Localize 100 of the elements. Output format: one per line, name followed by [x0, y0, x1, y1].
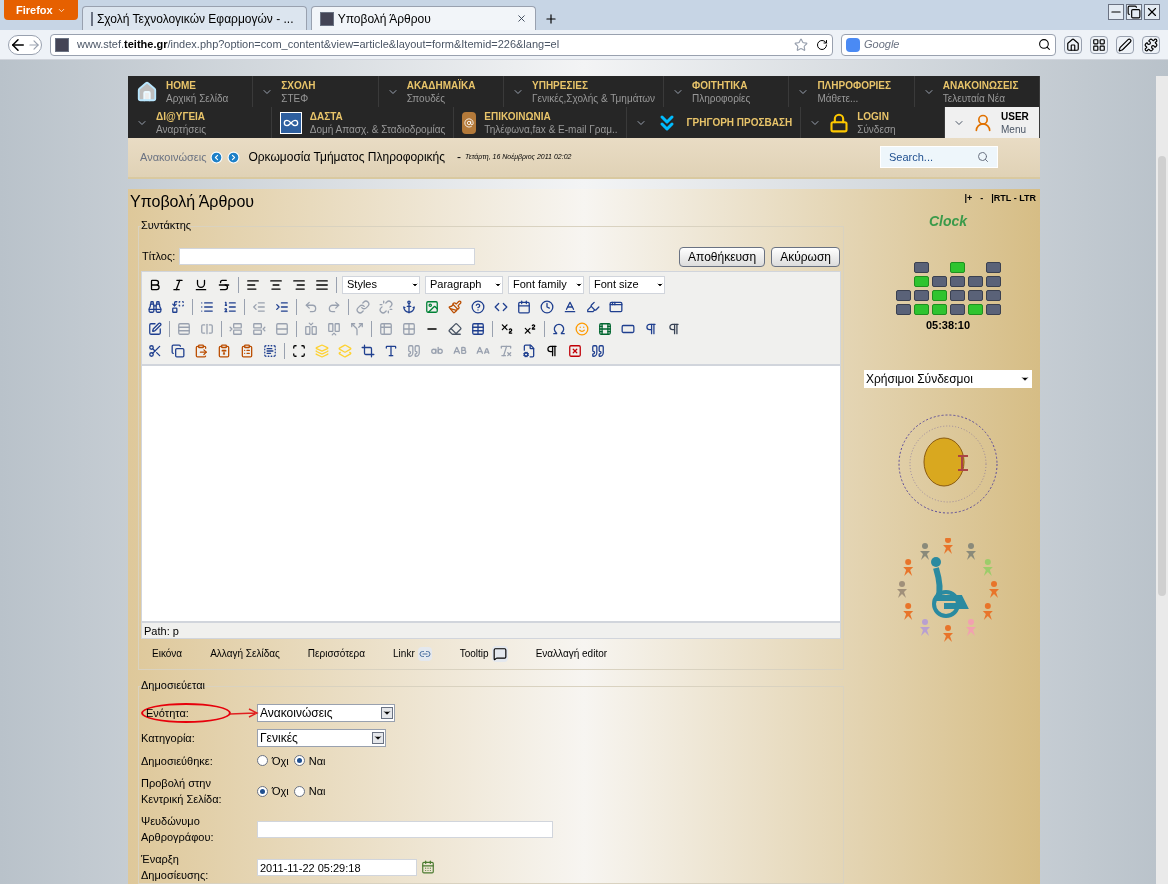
menu-title: ΔΑΣΤΑ: [309, 109, 344, 123]
calendar-icon[interactable]: [421, 860, 435, 874]
speech-bubble-icon: [491, 645, 508, 662]
menu-subtitle: Σπουδές: [406, 91, 446, 105]
menu-title: ΑΚΑΔΗΜΑΪΚΑ: [406, 78, 476, 92]
close-icon[interactable]: [1144, 4, 1160, 20]
radio-label: Ναι: [308, 783, 326, 799]
toolbar-dropdown[interactable]: Paragraph: [425, 275, 503, 294]
editor-button[interactable]: Εναλλαγή editor: [535, 646, 608, 661]
web-search-field[interactable]: Google: [841, 33, 1056, 56]
field-label: Ψευδώνυμο Αρθρογράφου:: [141, 814, 215, 845]
toolbar-dropdown[interactable]: Font family: [508, 275, 584, 294]
menu-title: ΥΠΗΡΕΣΙΕΣ: [532, 78, 589, 92]
menu-title: ΠΛΗΡΟΦΟΡΙΕΣ: [817, 78, 892, 92]
edit-icon[interactable]: [146, 319, 164, 338]
field-label: Προβολή στην Κεντρική Σελίδα:: [141, 776, 223, 807]
puzzle-icon[interactable]: [1142, 35, 1160, 54]
menu-subtitle: Τελευταία Νέα: [942, 91, 1006, 105]
radio-button[interactable]: [257, 785, 268, 797]
menu-item[interactable]: ΦΟΙΤΗΤΙΚΑ Πληροφορίες: [664, 76, 790, 107]
link-icon: [417, 646, 432, 661]
page-tool-link[interactable]: |+: [964, 191, 973, 205]
menu-item[interactable]: USER Menu: [945, 107, 1040, 138]
menu-subtitle: Σύνδεση: [857, 122, 896, 136]
url-text: www.stef.teithe.gr/index.php?option=com_content&view=article&layout=form&Itemid=226&lang=el: [77, 37, 561, 53]
menu-title: USER: [1001, 109, 1029, 123]
menu-subtitle: Πληροφορίες: [692, 91, 751, 105]
menu-item[interactable]: ΣΧΟΛΗ ΣΤΕΦ: [253, 76, 379, 107]
home-icon[interactable]: [1064, 35, 1082, 54]
site-search-field[interactable]: Search...: [880, 146, 998, 169]
menu-title: ΣΧΟΛΗ: [281, 78, 316, 92]
google-icon: [846, 37, 860, 52]
editor-button[interactable]: Περισσότερα: [307, 646, 366, 661]
menu-title: HOME: [166, 78, 197, 92]
page-title: Υποβολή Άρθρου: [130, 191, 256, 212]
menu-subtitle: Menu: [1001, 122, 1027, 136]
dropdown[interactable]: Γενικές: [257, 728, 386, 747]
radio-button[interactable]: [293, 785, 305, 797]
browser-tab[interactable]: Σχολή Τεχνολογικών Εφαρμογών - ...: [81, 6, 307, 30]
toolbar-dropdown[interactable]: Styles: [342, 275, 420, 294]
menu-item[interactable]: HOME Αρχική Σελίδα: [128, 76, 254, 107]
date-input[interactable]: 2011-11-22 05:29:18: [257, 858, 417, 876]
article-title: Ορκωμοσία Τμήματος Πληροφορικής: [248, 149, 446, 167]
breadcrumb-link[interactable]: Ανακοινώσεις: [140, 149, 207, 166]
menu-subtitle: Αρχική Σελίδα: [166, 91, 229, 105]
tab-title: Υποβολή Άρθρου: [337, 10, 432, 28]
menu-subtitle: ΣΤΕΦ: [281, 91, 310, 105]
radio-label: Ναι: [308, 753, 326, 769]
next-icon[interactable]: [227, 150, 241, 164]
menu-item[interactable]: ΥΠΗΡΕΣΙΕΣ Γενικές,Σχολής & Τμημάτων: [504, 76, 665, 107]
house-icon: [136, 80, 158, 103]
radio-label: Όχι: [272, 783, 289, 799]
menu-subtitle: Τηλέφωνα,fax & E-mail Γραμ..: [484, 122, 618, 136]
menu-item[interactable]: ΠΛΗΡΟΦΟΡΙΕΣ Μάθετε...: [789, 76, 915, 107]
menu-subtitle: Γενικές,Σχολής & Τμημάτων: [532, 91, 656, 105]
fieldset-legend: Συντάκτης: [141, 216, 192, 233]
grid-icon[interactable]: [1090, 35, 1108, 54]
field-label: Ενότητα:: [141, 702, 231, 723]
editor-button[interactable]: Αλλαγή Σελίδας: [210, 646, 280, 661]
close-icon[interactable]: [515, 13, 527, 24]
lock-icon: [829, 112, 850, 133]
field-label: Κατηγορία:: [141, 730, 196, 746]
toolbar-dropdown[interactable]: Font size: [589, 275, 665, 294]
clock-title: Clock: [928, 212, 968, 231]
caret-icon: [381, 706, 393, 719]
restore-icon[interactable]: [1126, 4, 1142, 20]
search-placeholder: Google: [864, 37, 901, 53]
editor-button[interactable]: Linkr: [393, 646, 432, 661]
editor-button[interactable]: Tooltip: [459, 645, 508, 662]
form-button[interactable]: Αποθήκευση: [679, 246, 766, 267]
menu-title: ΔΙ@ΥΓΕΙΑ: [156, 109, 206, 123]
editor-button[interactable]: Εικόνα: [152, 646, 183, 661]
star-icon[interactable]: [794, 37, 808, 52]
caret-icon: [372, 731, 384, 744]
reload-icon[interactable]: [816, 38, 828, 51]
links-dropdown[interactable]: Χρήσιμοι Σύνδεσμοι: [864, 369, 1032, 388]
user-icon: [973, 112, 993, 133]
new-tab-icon[interactable]: [543, 12, 558, 26]
menu-title: ΑΝΑΚΟΙΝΩΣΕΙΣ: [942, 78, 1019, 92]
browser-tab[interactable]: Υποβολή Άρθρου: [310, 6, 536, 30]
form-button[interactable]: Ακύρωση: [771, 246, 840, 267]
search-placeholder: Search...: [889, 150, 935, 165]
page-tool-link[interactable]: -: [980, 191, 984, 205]
radio-button[interactable]: [293, 755, 305, 767]
radio-button[interactable]: [257, 755, 268, 767]
address-bar[interactable]: www.stef.teithe.gr/index.php?option=com_content&view=article&layout=form&Itemid=226&lang=el: [50, 33, 833, 56]
menu-title: LOGIN: [857, 109, 890, 123]
dropdown[interactable]: Ανακοινώσεις: [257, 703, 395, 722]
title-input[interactable]: [179, 248, 476, 265]
search-icon[interactable]: [1038, 38, 1051, 51]
logo-icon: [279, 111, 302, 134]
radio-label: Όχι: [272, 753, 289, 769]
page-tool-link[interactable]: |RTL - LTR: [991, 191, 1036, 205]
menu-item[interactable]: ΑΚΑΔΗΜΑΪΚΑ Σπουδές: [378, 76, 504, 107]
previous-icon[interactable]: [210, 150, 224, 164]
menu-subtitle: Μάθετε...: [817, 91, 860, 105]
field-label: Έναρξη Δημοσίευσης:: [141, 852, 210, 883]
text-input[interactable]: [257, 820, 553, 838]
minimize-icon[interactable]: [1108, 4, 1124, 20]
pen-icon[interactable]: [1116, 35, 1134, 54]
